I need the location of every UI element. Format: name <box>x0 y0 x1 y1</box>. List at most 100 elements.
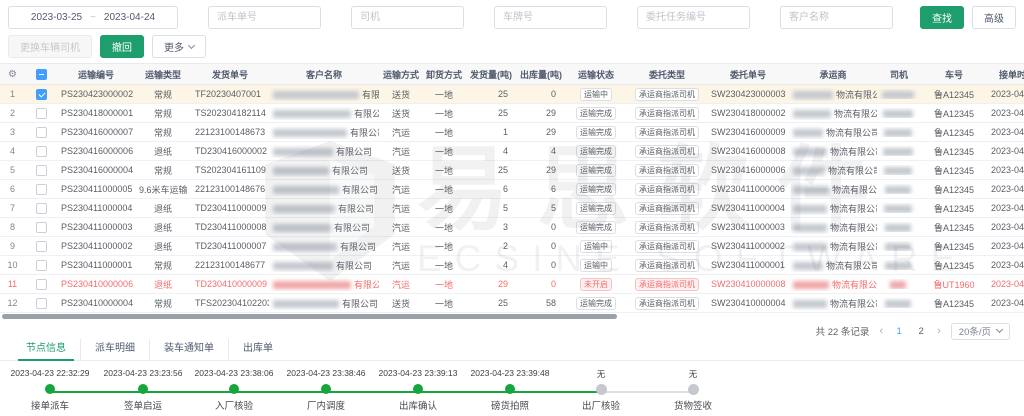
date-end[interactable]: 2023-04-24 <box>104 12 155 23</box>
timeline-node[interactable]: 2023-04-23 22:32:29接单派车 <box>0 368 102 416</box>
timeline-node[interactable]: 2023-04-23 23:23:56签单启运 <box>91 368 195 416</box>
timeline-node[interactable]: 2023-04-23 23:39:48磅货拍照 <box>458 368 562 416</box>
row-checkbox[interactable] <box>36 184 47 195</box>
timeline-dot-pending <box>596 384 607 395</box>
cell-mode: 汽运 <box>379 278 423 291</box>
horizontal-scrollbar[interactable] <box>0 313 1024 320</box>
driver-input[interactable] <box>351 6 464 29</box>
timeline-node[interactable]: 2023-04-23 23:38:46厂内调度 <box>274 368 378 416</box>
table-row[interactable]: 5PS230416000004常规TS202304161109有限公司送货一地2… <box>0 161 1024 180</box>
cell-mode: 汽运 <box>379 259 423 272</box>
page-size-select[interactable]: 20条/页 <box>951 323 1010 340</box>
cell-qty: 25 <box>465 89 517 99</box>
row-checkbox[interactable] <box>36 279 47 290</box>
table-row[interactable]: 7PS230411000004退纸TD230411000009有限公司汽运一地5… <box>0 199 1024 218</box>
carrier-redacted <box>793 262 823 270</box>
cell-out_qty: 29 <box>517 127 565 137</box>
cell-vehicle: 鲁A12345 <box>921 297 987 310</box>
date-range-picker[interactable]: 2023-03-25 ~ 2023-04-24 <box>8 6 178 29</box>
cell-qty: 25 <box>465 298 517 308</box>
cell-status: 运输中 <box>565 259 627 272</box>
row-checkbox[interactable] <box>36 108 47 119</box>
cell-out_qty: 58 <box>517 298 565 308</box>
scrollbar-thumb[interactable] <box>2 314 617 319</box>
driver-redacted <box>885 224 911 232</box>
page-2[interactable]: 2 <box>915 326 927 337</box>
row-checkbox[interactable] <box>36 89 47 100</box>
cell-customer: 有限公司 <box>269 278 379 291</box>
table-row[interactable]: 1PS230423000002常规TF20230407001有限公司送货一地25… <box>0 85 1024 104</box>
next-page-icon[interactable]: › <box>937 325 941 337</box>
more-button[interactable]: 更多 <box>152 35 206 58</box>
row-checkbox[interactable] <box>36 146 47 157</box>
cell-out_qty: 0 <box>517 279 565 289</box>
page-size-value: 20条/页 <box>959 324 991 338</box>
row-checkbox[interactable] <box>36 203 47 214</box>
cell-receive: 2023-04-1 <box>987 127 1024 137</box>
cell-qty: 6 <box>465 184 517 194</box>
timeline-node[interactable]: 无出厂核验 <box>549 368 653 412</box>
timeline-node[interactable]: 无货物签收 <box>641 368 745 412</box>
customer-name-input[interactable] <box>780 6 893 29</box>
plate-no-input[interactable] <box>494 6 607 29</box>
table-row[interactable]: 11PS230410000006退纸TD230410000009有限公司汽运一地… <box>0 275 1024 294</box>
cell-qty: 29 <box>465 279 517 289</box>
table-row[interactable]: 12PS230410000004常规TFS202304102203有限公司送货一… <box>0 294 1024 313</box>
row-checkbox[interactable] <box>36 260 47 271</box>
table-row[interactable]: 2PS230418000001常规TS202304182114有限公司送货一地2… <box>0 104 1024 123</box>
status-badge: 运输完成 <box>576 145 616 158</box>
timeline-node[interactable]: 2023-04-23 23:39:13出库确认 <box>366 368 470 416</box>
tab-loading-notice[interactable]: 装车通知单 <box>149 339 228 360</box>
row-checkbox[interactable] <box>36 298 47 309</box>
cell-unload: 一地 <box>423 126 465 139</box>
settings-gear-icon[interactable]: ⚙ <box>8 69 17 80</box>
table-row[interactable]: 6PS2304110000059.6米车运输22123100148676有限公司… <box>0 180 1024 199</box>
tab-dispatch-detail[interactable]: 派车明细 <box>80 339 149 360</box>
row-checkbox[interactable] <box>36 241 47 252</box>
row-checkbox[interactable] <box>36 127 47 138</box>
customer-suffix: 有限公司 <box>336 147 372 157</box>
cell-mode: 送货 <box>379 164 423 177</box>
customer-redacted <box>273 205 335 213</box>
customer-suffix: 有限公司 <box>334 223 370 233</box>
commission-type-badge: 承运商指派司机 <box>635 221 699 234</box>
commission-task-no-input[interactable] <box>637 6 750 29</box>
cell-commission_no: SW230411000001 <box>707 260 789 270</box>
cell-commission_no: SW230418000002 <box>707 108 789 118</box>
date-start[interactable]: 2023-03-25 <box>31 12 82 23</box>
advanced-button[interactable]: 高级 <box>972 6 1016 29</box>
more-button-label: 更多 <box>164 39 184 54</box>
timeline-node-label: 接单派车 <box>0 398 102 412</box>
tab-outbound-order[interactable]: 出库单 <box>228 339 287 360</box>
cell-cb <box>25 89 57 100</box>
table-row[interactable]: 10PS230411000001常规22123100148677有限公司汽运一地… <box>0 256 1024 275</box>
driver-redacted <box>884 205 912 213</box>
cell-no: 4 <box>0 146 25 156</box>
chevron-down-icon <box>996 326 1003 333</box>
status-badge: 运输完成 <box>576 126 616 139</box>
table-row[interactable]: 8PS230411000003退纸TD230411000008有限公司汽运一地3… <box>0 218 1024 237</box>
change-vehicle-driver-button[interactable]: 更换车辆司机 <box>8 35 92 58</box>
cell-carrier: 物流有限公司 <box>789 202 877 215</box>
tab-node-info[interactable]: 节点信息 <box>12 339 80 360</box>
row-checkbox[interactable] <box>36 165 47 176</box>
page-1[interactable]: 1 <box>893 326 905 337</box>
table-row[interactable]: 3PS230416000007常规22123100148673有限公司汽运一地1… <box>0 123 1024 142</box>
table-row[interactable]: 9PS230411000002退纸TD230411000007有限公司汽运一地2… <box>0 237 1024 256</box>
withdraw-button[interactable]: 撤回 <box>100 35 144 58</box>
search-button[interactable]: 查找 <box>920 6 964 29</box>
cell-driver <box>877 241 921 251</box>
customer-redacted <box>273 110 351 118</box>
cell-transport_no: PS230423000002 <box>57 89 135 99</box>
table-row[interactable]: 4PS230416000006退纸TD230416000002有限公司汽运一地4… <box>0 142 1024 161</box>
cell-commission_no: SW230411000002 <box>707 241 789 251</box>
cell-ctype: 承运商指派司机 <box>627 107 707 120</box>
row-checkbox[interactable] <box>36 222 47 233</box>
select-all-checkbox[interactable] <box>36 69 47 80</box>
dispatch-no-input[interactable] <box>208 6 321 29</box>
status-badge: 运输中 <box>580 259 612 272</box>
timeline-node[interactable]: 2023-04-23 23:38:06入厂核验 <box>182 368 286 416</box>
cell-receive: 2023-04-1 <box>987 146 1024 156</box>
cell-type: 常规 <box>135 88 191 101</box>
prev-page-icon[interactable]: ‹ <box>879 325 883 337</box>
